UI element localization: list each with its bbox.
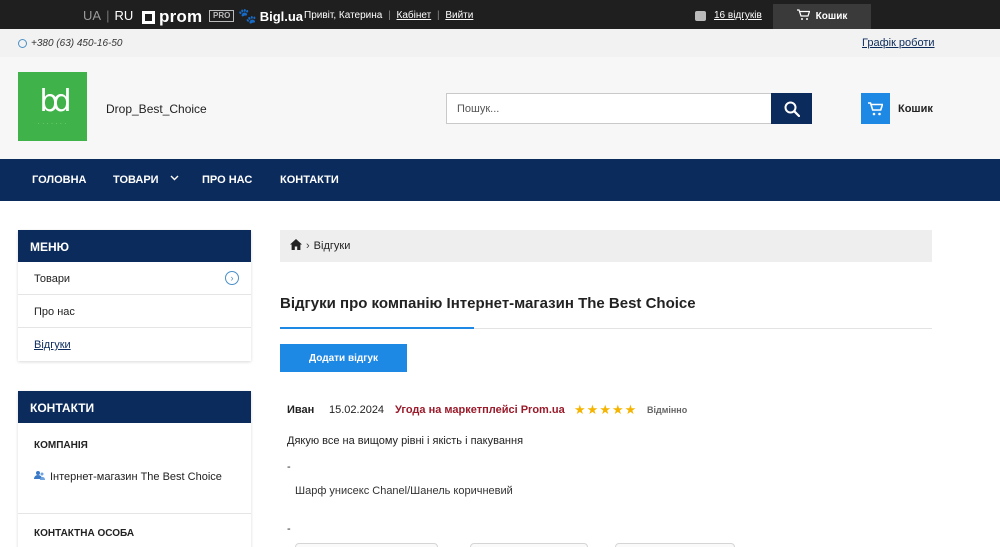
rating-word: Відмінно: [647, 405, 688, 415]
prom-logo[interactable]: prom: [142, 7, 202, 27]
lang-ua[interactable]: UA: [83, 8, 101, 23]
logo-tagline-icon: · · · · · · ·: [38, 121, 67, 126]
separator: |: [388, 10, 391, 21]
search-icon: [784, 101, 800, 117]
greeting-text: Привіт, Катерина: [304, 10, 383, 21]
phone-row: +380 (63) 450-16-50 Графік роботи: [0, 29, 1000, 57]
bigl-logo[interactable]: 🐾 Bigl.ua: [238, 7, 303, 25]
review-product[interactable]: Шарф унисекс Chanel/Шанель коричневий: [295, 485, 513, 497]
top-cart-label: Кошик: [815, 11, 848, 22]
review-text: Дякую все на вищому рівні і якість і пак…: [287, 435, 524, 447]
star-icon: ★: [586, 402, 599, 417]
star-icon: ★: [599, 402, 611, 417]
nav-contacts[interactable]: КОНТАКТИ: [280, 174, 339, 186]
shop-name[interactable]: Drop_Best_Choice: [106, 102, 207, 116]
phone-number[interactable]: +380 (63) 450-16-50: [18, 38, 122, 49]
breadcrumb-current: Відгуки: [313, 240, 351, 252]
contacts-title: КОНТАКТИ: [18, 391, 251, 423]
review-photo[interactable]: [470, 543, 588, 547]
prom-square-icon: [142, 10, 155, 24]
logo-mark-icon: bd: [39, 84, 71, 119]
star-icon: ★: [624, 402, 637, 417]
title-accent-line: [280, 327, 474, 329]
star-icon: ★: [574, 402, 586, 417]
review-source: Угода на маркетплейсі Prom.ua: [395, 404, 565, 416]
nav-goods[interactable]: ТОВАРИ: [113, 174, 159, 186]
top-bar: UA | RU prom PRO 🐾 Bigl.ua Привіт, Катерина…: [0, 0, 1000, 29]
sidebar-contacts: КОНТАКТИ КОМПАНІЯ Інтернет-магазин The B…: [18, 391, 251, 547]
sidebar-item-goods[interactable]: Товари ›: [18, 262, 251, 295]
add-review-button[interactable]: Додати відгук: [280, 344, 407, 372]
schedule-link[interactable]: Графік роботи: [862, 37, 935, 49]
header-cart-label: Кошик: [898, 102, 933, 115]
sidebar-item-label: Відгуки: [34, 339, 71, 351]
sidebar-item-label: Про нас: [34, 306, 75, 318]
divider: [18, 513, 251, 514]
chat-bubble-icon: [695, 10, 706, 21]
language-switcher: UA | RU: [83, 8, 133, 23]
chevron-right-icon[interactable]: ›: [225, 271, 239, 285]
company-label: КОМПАНІЯ: [34, 440, 88, 451]
review-photo[interactable]: [615, 543, 735, 547]
review-author: Иван: [287, 404, 315, 416]
search-input[interactable]: [446, 93, 772, 124]
shop-logo[interactable]: bd · · · · · · ·: [18, 72, 87, 141]
top-cart-button[interactable]: Кошик: [773, 4, 871, 29]
cart-icon: [796, 9, 810, 24]
sidebar-item-reviews[interactable]: Відгуки: [18, 328, 251, 361]
lang-separator: |: [106, 8, 110, 23]
logout-link[interactable]: Вийти: [445, 10, 473, 21]
home-icon[interactable]: [290, 239, 302, 253]
page-title: Відгуки про компанію Інтернет-магазин Th…: [280, 295, 696, 312]
breadcrumb: › Відгуки: [280, 230, 932, 262]
sidebar-item-about[interactable]: Про нас: [18, 295, 251, 328]
company-name: Інтернет-магазин The Best Choice: [34, 470, 222, 484]
cart-icon: [868, 101, 883, 115]
lang-ru[interactable]: RU: [114, 8, 133, 23]
review-photo[interactable]: [295, 543, 438, 547]
nav-home[interactable]: ГОЛОВНА: [32, 174, 86, 186]
search-button[interactable]: [771, 93, 812, 124]
reviews-link[interactable]: 16 відгуків: [695, 10, 762, 21]
people-icon: [34, 470, 45, 484]
review-dash: -: [287, 461, 291, 473]
phone-text: +380 (63) 450-16-50: [31, 38, 123, 49]
main-nav: ГОЛОВНА ТОВАРИ ПРО НАС КОНТАКТИ: [0, 159, 1000, 201]
company-name-text: Інтернет-магазин The Best Choice: [50, 471, 222, 483]
menu-title: МЕНЮ: [18, 230, 251, 262]
user-greeting: Привіт, Катерина | Кабінет | Вийти: [304, 10, 473, 21]
header-cart[interactable]: Кошик: [861, 93, 933, 124]
cabinet-link[interactable]: Кабінет: [397, 10, 432, 21]
header-cart-button[interactable]: [861, 93, 890, 124]
reviews-count: 16 відгуків: [714, 10, 762, 21]
review-date: 15.02.2024: [329, 404, 385, 416]
site-header: bd · · · · · · · Drop_Best_Choice Кошик: [0, 57, 1000, 159]
bigl-logo-text: Bigl.ua: [259, 8, 304, 24]
paw-icon: 🐾: [238, 8, 257, 25]
sidebar-item-label: Товари: [34, 273, 71, 285]
sidebar-menu: МЕНЮ Товари › Про нас Відгуки: [18, 230, 251, 361]
separator: |: [436, 10, 440, 21]
phone-icon: [18, 39, 27, 48]
breadcrumb-separator: ›: [306, 240, 310, 252]
contact-person-label: КОНТАКТНА ОСОБА: [34, 528, 135, 539]
star-icon: ★: [611, 402, 624, 417]
prom-logo-text: prom: [159, 7, 203, 26]
review-dash: -: [287, 523, 291, 535]
pro-badge: PRO: [209, 10, 235, 22]
chevron-down-icon[interactable]: [170, 172, 179, 184]
nav-about[interactable]: ПРО НАС: [202, 174, 252, 186]
review-photos: [295, 543, 735, 547]
rating-stars: ★ ★ ★ ★ ★: [574, 403, 637, 416]
